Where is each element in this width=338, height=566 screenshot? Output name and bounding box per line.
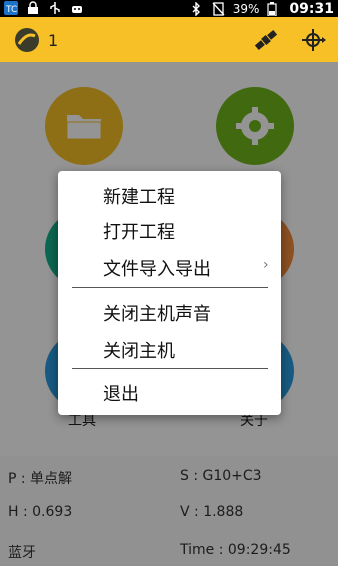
popup-menu: 新建工程 打开工程 文件导入导出 › 关闭主机声音 关闭主机 退出 — [58, 171, 281, 415]
svg-text:TC: TC — [5, 5, 17, 15]
app-icon: TC — [4, 1, 18, 15]
satellite-icon[interactable] — [253, 27, 279, 57]
menu-divider — [72, 287, 268, 288]
project-number: 1 — [48, 31, 59, 50]
target-icon[interactable] — [301, 27, 327, 57]
menu-new-project[interactable]: 新建工程 — [103, 183, 175, 209]
no-sim-icon — [211, 2, 225, 16]
menu-mute-host[interactable]: 关闭主机声音 — [103, 300, 211, 326]
lock-icon — [26, 1, 40, 15]
usb-icon — [48, 1, 62, 15]
menu-close-host[interactable]: 关闭主机 — [103, 337, 175, 363]
battery-icon — [267, 2, 281, 17]
clock: 09:31 — [289, 1, 334, 17]
menu-exit[interactable]: 退出 — [103, 380, 139, 406]
status-bar: TC 39% 09:31 — [0, 0, 338, 17]
battery-percent: 39% — [232, 2, 260, 16]
menu-import-export[interactable]: 文件导入导出 — [103, 255, 211, 281]
satellite-status-icon[interactable] — [13, 26, 41, 58]
chevron-right-icon: › — [263, 257, 269, 273]
menu-open-project[interactable]: 打开工程 — [103, 218, 175, 244]
menu-divider — [72, 368, 268, 369]
toolbar: 1 — [0, 17, 338, 62]
android-icon — [70, 1, 84, 15]
bluetooth-icon — [189, 1, 203, 17]
